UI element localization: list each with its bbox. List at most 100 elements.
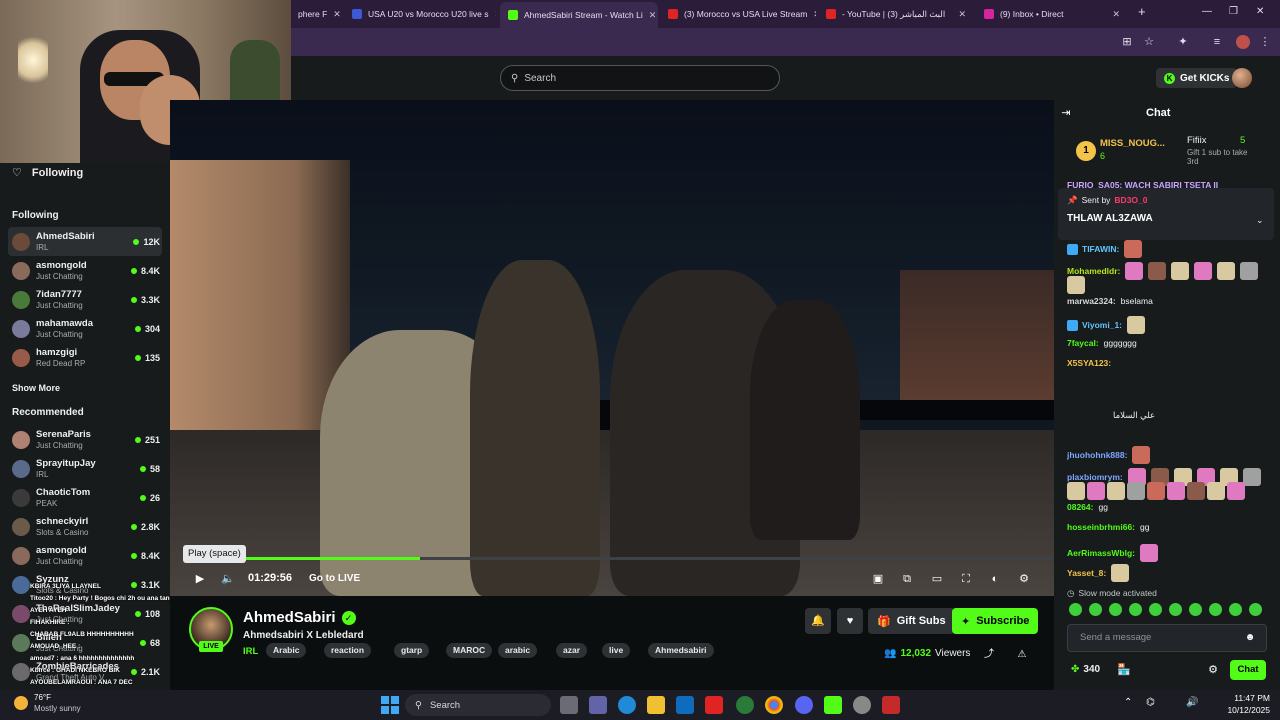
subscribe-button[interactable]: ✦ Subscribe <box>952 608 1039 634</box>
send-chat-button[interactable]: Chat <box>1230 660 1266 680</box>
browser-tab-1[interactable]: USA U20 vs Morocco U20 live s ✕ <box>344 4 496 24</box>
stream-tag[interactable]: MAROC <box>446 643 493 658</box>
chat-username[interactable]: X5SYA123: <box>1067 358 1111 368</box>
get-kicks-button[interactable]: K Get KICKs <box>1156 68 1238 88</box>
sidebar-channel-item[interactable]: 7idan7777 Just Chatting 3.3K <box>8 285 162 314</box>
quick-emote-icon[interactable] <box>1229 603 1242 616</box>
task-view-icon[interactable] <box>560 696 578 714</box>
close-icon[interactable]: ✕ <box>1112 9 1120 20</box>
mini-player-icon[interactable]: ▣ <box>871 572 885 586</box>
channel-name[interactable]: AhmedSabiri ✓ <box>243 609 356 626</box>
volume-tray-icon[interactable]: 🔊 <box>1186 697 1198 708</box>
edge-icon[interactable] <box>618 696 636 714</box>
leaderboard-top-user[interactable]: MISS_NOUG... <box>1100 138 1165 149</box>
weather-sun-icon[interactable] <box>14 696 28 710</box>
wifi-icon[interactable]: ⌬ <box>1146 697 1155 708</box>
user-avatar[interactable] <box>1232 68 1252 88</box>
sidebar-channel-item[interactable]: ChaoticTom PEAK 26 <box>8 483 162 512</box>
teams-icon[interactable] <box>589 696 607 714</box>
store-icon[interactable]: 🏪 <box>1117 663 1131 677</box>
browser-tab-5[interactable]: (9) Inbox • Direct ✕ <box>976 4 1128 24</box>
chat-username[interactable]: Viyomi_1: <box>1082 320 1122 330</box>
following-header[interactable]: ♡ Following <box>12 166 83 180</box>
minimize-icon[interactable]: — <box>1202 6 1212 17</box>
quick-emote-icon[interactable] <box>1209 603 1222 616</box>
stream-tag[interactable]: Arabic <box>266 643 307 658</box>
discord-icon[interactable] <box>795 696 813 714</box>
chat-settings-icon[interactable]: ⚙ <box>1206 663 1220 677</box>
extensions-icon[interactable]: ✦ <box>1176 35 1190 49</box>
chat-username[interactable]: Mohamedldr: <box>1067 266 1120 276</box>
menu-kebab-icon[interactable]: ⋮ <box>1258 35 1272 49</box>
chat-username[interactable]: jhuohohnk888: <box>1067 450 1127 460</box>
browser-tab-3[interactable]: (3) Morocco vs USA Live Stream ✕ <box>660 4 816 24</box>
chevron-down-icon[interactable]: ⌄ <box>1256 215 1264 226</box>
sidebar-channel-item[interactable]: SprayitupJay IRL 58 <box>8 454 162 483</box>
kick-app-icon[interactable] <box>824 696 842 714</box>
sidebar-channel-item[interactable]: hamzgigi Red Dead RP 135 <box>8 343 162 372</box>
volume-icon[interactable]: 🔈 <box>221 572 235 586</box>
windows-start-icon[interactable] <box>381 696 399 714</box>
clip-icon[interactable]: ⧉ <box>900 572 914 586</box>
close-window-icon[interactable]: ✕ <box>1256 6 1264 17</box>
quick-emote-icon[interactable] <box>1249 603 1262 616</box>
chat-username[interactable]: Yasset_8: <box>1067 568 1106 578</box>
quick-emote-icon[interactable] <box>1089 603 1102 616</box>
close-icon[interactable]: ✕ <box>958 9 966 20</box>
notification-bell-icon[interactable]: 🔔 <box>805 608 831 634</box>
stream-tag[interactable]: gtarp <box>394 643 430 658</box>
chat-username[interactable]: AerRimassWblg: <box>1067 548 1135 558</box>
search-input[interactable]: ⚲ Search <box>500 65 780 91</box>
close-icon[interactable]: ✕ <box>813 9 816 20</box>
chat-username[interactable]: 7faycal: <box>1067 338 1099 348</box>
outlook-icon[interactable] <box>676 696 694 714</box>
emoji-icon[interactable]: ☻ <box>1243 631 1257 645</box>
translate-icon[interactable]: ⊞ <box>1120 35 1134 49</box>
sidebar-channel-item[interactable]: asmongold Just Chatting 8.4K <box>8 256 162 285</box>
app-icon[interactable] <box>736 696 754 714</box>
collapse-chat-icon[interactable]: ⇥ <box>1059 106 1073 120</box>
browser-tab-2[interactable]: AhmedSabiri Stream - Watch Li ✕ <box>500 2 658 28</box>
sidebar-channel-item[interactable]: schneckyirl Slots & Casino 2.8K <box>8 512 162 541</box>
theater-mode-icon[interactable]: ▭ <box>930 572 944 586</box>
fullscreen-icon[interactable]: ⛶ <box>959 572 973 586</box>
youtube-icon[interactable] <box>705 696 723 714</box>
stream-tag[interactable]: reaction <box>324 643 372 658</box>
browser-tab-4[interactable]: - YouTube | البث المباشر (3) ✕ <box>818 4 974 24</box>
share-icon[interactable]: ⤴ <box>982 648 996 662</box>
taskbar-search[interactable]: ⚲ Search <box>405 694 551 716</box>
profile-icon[interactable] <box>1236 35 1250 49</box>
file-explorer-icon[interactable] <box>647 696 665 714</box>
quick-emote-icon[interactable] <box>1109 603 1122 616</box>
clock-time[interactable]: 11:47 PM <box>1226 693 1270 703</box>
report-icon[interactable]: ⚠ <box>1015 648 1029 662</box>
follow-heart-icon[interactable]: ♥ <box>837 608 863 634</box>
stream-tag[interactable]: arabic <box>498 643 538 658</box>
quick-emote-icon[interactable] <box>1189 603 1202 616</box>
close-icon[interactable]: ✕ <box>649 10 657 21</box>
chat-username[interactable]: marwa2324: <box>1067 296 1116 306</box>
show-more-link[interactable]: Show More <box>12 383 60 393</box>
sidebar-channel-item[interactable]: SerenaParis Just Chatting 251 <box>8 425 162 454</box>
quality-icon[interactable]: ◐ <box>988 572 1002 586</box>
stream-tag[interactable]: live <box>602 643 631 658</box>
go-to-live-button[interactable]: Go to LIVE <box>309 573 360 584</box>
quick-emote-icon[interactable] <box>1149 603 1162 616</box>
chat-message-input[interactable]: Send a message <box>1067 624 1267 652</box>
media-control-icon[interactable]: ≡ <box>1210 35 1224 49</box>
sidebar-channel-item[interactable]: asmongold Just Chatting 8.4K <box>8 541 162 570</box>
shield-app-icon[interactable] <box>882 696 900 714</box>
settings-gear-icon[interactable]: ⚙ <box>1017 572 1031 586</box>
restore-icon[interactable]: ❐ <box>1229 6 1238 17</box>
clock-date[interactable]: 10/12/2025 <box>1218 705 1270 715</box>
close-icon[interactable]: ✕ <box>494 9 496 20</box>
chat-username[interactable]: plaxbiomrym: <box>1067 472 1123 482</box>
quick-emote-icon[interactable] <box>1129 603 1142 616</box>
gift-subs-button[interactable]: 🎁 Gift Subs <box>868 608 955 634</box>
sidebar-channel-item[interactable]: AhmedSabiri IRL 12K <box>8 227 162 256</box>
stream-tag[interactable]: Ahmedsabiri <box>648 643 714 658</box>
chrome-icon[interactable] <box>765 696 783 714</box>
stream-category[interactable]: IRL <box>243 646 258 657</box>
chat-username[interactable]: TIFAWIN: <box>1082 244 1119 254</box>
close-icon[interactable]: ✕ <box>333 9 341 20</box>
